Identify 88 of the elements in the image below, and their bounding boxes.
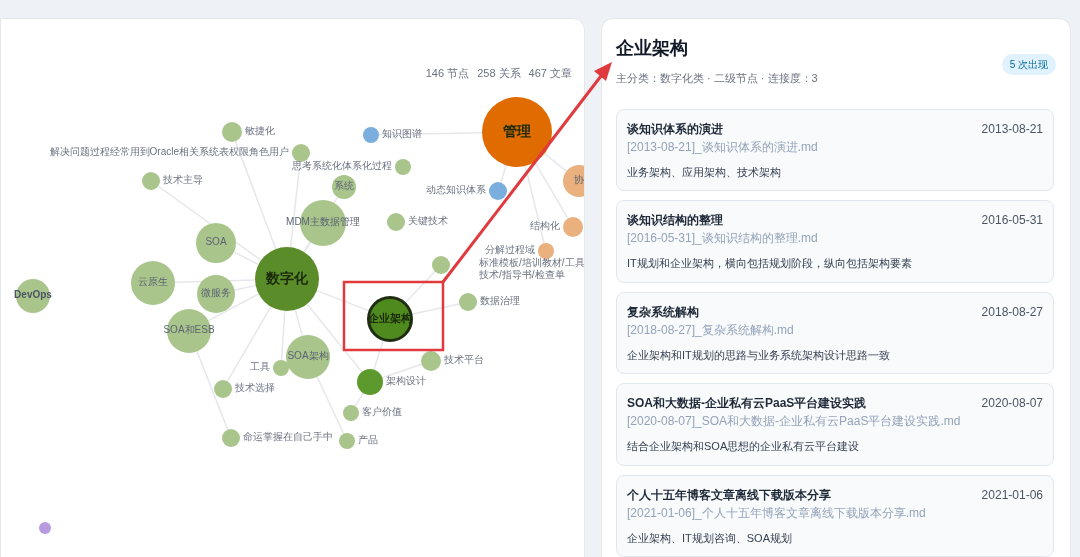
graph-node[interactable] <box>222 122 242 142</box>
graph-node[interactable] <box>563 217 583 237</box>
graph-node[interactable] <box>357 369 383 395</box>
article-summary: 企业架构、IT规划咨询、SOA规划 <box>627 530 793 546</box>
connector-line <box>354 392 364 407</box>
node-label: 管理 <box>503 124 531 138</box>
node-label: 云原生 <box>138 277 168 287</box>
node-label: 数据治理 <box>480 296 520 306</box>
node-label: 分解过程域 <box>485 245 535 255</box>
article-date: 2020-08-07 <box>981 395 1043 412</box>
article-title: 个人十五年博客文章离线下载版本分享 <box>627 486 831 504</box>
graph-stat: 146 节点 <box>425 66 470 81</box>
node-label: 动态知识体系 <box>426 185 486 195</box>
node-label: 敏捷化 <box>245 126 275 136</box>
node-label: 思考系统化体系化过程 <box>292 161 392 171</box>
article-file: [2021-01-06]_个人十五年博客文章离线下载版本分享.md <box>627 504 927 522</box>
graph-node[interactable] <box>142 172 160 190</box>
article-title: SOA和大数据-企业私有云PaaS平台建设实践 <box>627 395 867 412</box>
graph-node[interactable] <box>563 165 584 197</box>
article-card[interactable]: 谈知识体系的演进 2013-08-21 [2013-08-21]_谈知识体系的演进.md 业务架构、应用架构、技术架构 <box>616 108 1054 191</box>
graph-node[interactable] <box>459 293 477 311</box>
node-label: 标准模板/培训教材/工具技术/指导书/检查单 <box>479 257 584 281</box>
node-label: 技术选择 <box>235 383 275 393</box>
node-label: 解决问题过程经常用到Oracle相关系统表权限角色用户 <box>49 147 289 157</box>
graph-node[interactable] <box>432 256 450 274</box>
graph-node[interactable] <box>421 351 441 371</box>
detail-subtitle: 主分类：数字化类 · 二级节点 · 连接度：3 <box>616 71 818 86</box>
graph-node[interactable] <box>131 261 175 305</box>
node-label: 技术主导 <box>163 175 203 185</box>
node-label: 微服务 <box>201 288 231 298</box>
graph-node[interactable] <box>197 275 235 313</box>
article-date: 2021-01-06 <box>981 486 1043 504</box>
connector-line <box>500 164 507 184</box>
node-label: 命运掌握在自己手中 <box>243 432 333 442</box>
article-card[interactable]: 谈知识结构的整理 2016-05-31 [2016-05-31]_谈知识结构的整理.md IT规划和企业架构，横向包括规划阶段，纵向包括架构要素 <box>616 200 1054 283</box>
graph-node[interactable] <box>482 97 552 167</box>
node-label: SOA架构 <box>287 351 329 361</box>
node-label: 知识图谱 <box>382 129 422 139</box>
node-label: 系统 <box>334 181 354 191</box>
node-label: SOA <box>205 237 227 247</box>
article-date: 2018-08-27 <box>981 303 1043 321</box>
graph-node[interactable] <box>255 247 319 311</box>
article-title: 复杂系统解构 <box>627 303 699 321</box>
graph-node[interactable] <box>363 127 379 143</box>
graph-node[interactable] <box>273 360 289 376</box>
graph-node[interactable] <box>196 223 236 263</box>
graph-stat: 467 文章 <box>528 66 572 81</box>
article-file: [2020-08-07]_SOA和大数据-企业私有云PaaS平台建设实践.md <box>627 413 962 430</box>
graph-node[interactable] <box>489 182 507 200</box>
article-summary: 结合企业架构和SOA思想的企业私有云平台建设 <box>627 439 861 454</box>
node-label: 协 <box>574 175 584 185</box>
graph-node[interactable] <box>387 213 405 231</box>
node-label: 客户价值 <box>362 407 402 417</box>
article-summary: 企业架构和IT规划的思路与业务系统架构设计思路一致 <box>627 347 891 363</box>
article-card[interactable]: 复杂系统解构 2018-08-27 [2018-08-27]_复杂系统解构.md 企业架构和IT规划的思路与业务系统架构设计思路一致 <box>616 291 1054 374</box>
graph-stat: 258 关系 <box>477 66 521 81</box>
article-summary: 业务架构、应用架构、技术架构 <box>627 164 782 180</box>
graph-node[interactable] <box>339 433 355 449</box>
count-badge: 5 次出现 <box>1001 54 1056 75</box>
graph-node[interactable] <box>343 405 359 421</box>
article-card[interactable]: 个人十五年博客文章离线下载版本分享 2021-01-06 [2021-01-06]_个人十五年博客文章离线下载版本分享.md 企业架构、IT规划咨询、SOA规划 <box>616 474 1054 557</box>
node-label: 关键技术 <box>408 216 448 226</box>
graph-node[interactable] <box>214 380 232 398</box>
node-label: 工具 <box>250 362 270 372</box>
article-title: 谈知识体系的演进 <box>627 120 723 138</box>
connector-line <box>280 310 286 361</box>
node-label: 数字化 <box>266 271 308 285</box>
article-file: [2016-05-31]_谈知识结构的整理.md <box>627 230 819 247</box>
article-date: 2016-05-31 <box>981 212 1043 229</box>
graph-node[interactable] <box>39 522 51 534</box>
node-label: 产品 <box>358 435 378 445</box>
graph-node[interactable] <box>286 335 330 379</box>
article-title: 谈知识结构的整理 <box>627 212 723 229</box>
connector-line <box>294 309 304 337</box>
graph-node[interactable] <box>292 144 310 162</box>
graph-node[interactable] <box>332 175 356 199</box>
graph-node[interactable] <box>538 243 554 259</box>
article-card[interactable]: SOA和大数据-企业私有云PaaS平台建设实践 2020-08-07 [2020-08-07]_SOA和大数据-企业私有云PaaS平台建设实践.md 结合企业架构和SOA思想的企业私有云平台建设 <box>616 383 1054 466</box>
graph-node[interactable] <box>222 429 240 447</box>
node-label: 架构设计 <box>386 376 426 386</box>
article-file: [2013-08-21]_谈知识体系的演进.md <box>627 138 819 156</box>
node-label: 技术平台 <box>444 355 484 365</box>
article-summary: IT规划和企业架构，横向包括规划阶段，纵向包括架构要素 <box>627 256 913 271</box>
node-label: 结构化 <box>530 221 560 231</box>
article-date: 2013-08-21 <box>981 120 1043 138</box>
article-file: [2018-08-27]_复杂系统解构.md <box>627 321 795 339</box>
detail-title: 企业架构 <box>616 37 689 60</box>
graph-node[interactable] <box>395 159 411 175</box>
